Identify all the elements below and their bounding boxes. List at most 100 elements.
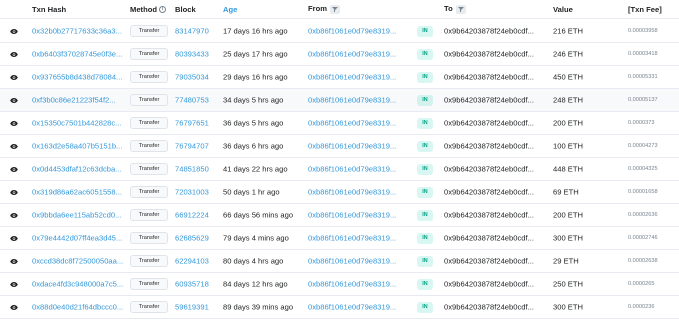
direction-cell: IN [417,48,437,60]
method-cell: Transfer [130,301,170,313]
value-text: 100 ETH [553,141,583,151]
eye-icon[interactable] [10,73,24,82]
eye-icon[interactable] [10,165,24,174]
txn-hash-link[interactable]: 0x0d4453dfaf12c63dcba... [32,165,124,174]
transactions-table: Txn Hash Method i Block Age From To Value… [0,0,679,321]
header-to: To [444,4,554,14]
method-cell: Transfer [130,186,170,198]
txn-hash-link[interactable]: 0xf3b0c86e21223f54f2... [32,96,124,105]
direction-badge: IN [417,164,433,175]
from-address-link[interactable]: 0xb86f1061e0d79e8319... [308,257,414,266]
direction-cell: IN [417,209,437,221]
eye-icon[interactable] [10,119,24,128]
direction-badge: IN [417,279,433,290]
to-address-text: 0x9b64203878f24eb0cdf... [444,210,534,220]
header-txn-hash: Txn Hash [32,4,67,14]
direction-badge: IN [417,233,433,244]
eye-icon[interactable] [10,27,24,36]
from-address-link[interactable]: 0xb86f1061e0d79e8319... [308,211,414,220]
block-link[interactable]: 60935718 [175,280,219,289]
txn-fee-text: 0.00002746 [628,235,658,241]
from-address-link[interactable]: 0xb86f1061e0d79e8319... [308,73,414,82]
direction-cell: IN [417,301,437,313]
txn-hash-link[interactable]: 0x32b0b27717633c36a3... [32,27,124,36]
block-link[interactable]: 80393433 [175,50,219,59]
block-link[interactable]: 76797651 [175,119,219,128]
table-row: 0x79e4442d07ff4ea3d45... Transfer 62685629… [0,227,679,250]
to-address-text: 0x9b64203878f24eb0cdf... [444,95,534,105]
from-address-link[interactable]: 0xb86f1061e0d79e8319... [308,188,414,197]
table-row: 0xf3b0c86e21223f54f2... Transfer 77480753 3… [0,89,679,112]
from-address-link[interactable]: 0xb86f1061e0d79e8319... [308,165,414,174]
from-address-link[interactable]: 0xb86f1061e0d79e8319... [308,27,414,36]
block-link[interactable]: 62294103 [175,257,219,266]
method-cell: Transfer [130,278,170,290]
txn-fee-text: 0.00003958 [628,28,658,34]
txn-hash-link[interactable]: 0xdace4fd3c948000a7c5... [32,280,124,289]
header-txn-fee-toggle[interactable]: [Txn Fee] [628,5,679,14]
txn-hash-link[interactable]: 0xccd38dc8f72500050aa... [32,257,124,266]
method-badge: Transfer [130,117,168,129]
txn-fee-text: 0.00001658 [628,189,658,195]
eye-icon[interactable] [10,257,24,266]
method-badge: Transfer [130,25,168,37]
from-address-link[interactable]: 0xb86f1061e0d79e8319... [308,142,414,151]
eye-icon[interactable] [10,188,24,197]
txn-hash-link[interactable]: 0x9bbda6ee115ab52cd0... [32,211,124,220]
from-address-link[interactable]: 0xb86f1061e0d79e8319... [308,280,414,289]
block-link[interactable]: 62685629 [175,234,219,243]
to-address-text: 0x9b64203878f24eb0cdf... [444,26,534,36]
age-text: 36 days 5 hrs ago [223,118,284,128]
block-link[interactable]: 59619391 [175,303,219,312]
to-address-text: 0x9b64203878f24eb0cdf... [444,233,534,243]
direction-cell: IN [417,163,437,175]
age-text: 89 days 39 mins ago [223,302,294,312]
method-cell: Transfer [130,71,170,83]
eye-icon[interactable] [10,303,24,312]
from-address-link[interactable]: 0xb86f1061e0d79e8319... [308,234,414,243]
age-text: 50 days 1 hr ago [223,187,280,197]
txn-hash-link[interactable]: 0x937655b8d438d78084... [32,73,124,82]
block-link[interactable]: 83147970 [175,27,219,36]
eye-icon[interactable] [10,234,24,243]
filter-icon[interactable] [329,4,340,14]
txn-hash-link[interactable]: 0x319d86a62ac6051558... [32,188,124,197]
txn-hash-link[interactable]: 0xb6403f37028745e0f3e... [32,50,124,59]
from-address-link[interactable]: 0xb86f1061e0d79e8319... [308,119,414,128]
txn-hash-link[interactable]: 0x15350c7501b442828c... [32,119,124,128]
direction-badge: IN [417,72,433,83]
txn-fee-text: 0.00004273 [628,143,658,149]
direction-cell: IN [417,278,437,290]
block-link[interactable]: 77480753 [175,96,219,105]
from-address-link[interactable]: 0xb86f1061e0d79e8319... [308,303,414,312]
txn-hash-link[interactable]: 0x79e4442d07ff4ea3d45... [32,234,124,243]
eye-icon[interactable] [10,142,24,151]
eye-icon[interactable] [10,96,24,105]
filter-icon[interactable] [455,4,466,14]
eye-icon[interactable] [10,211,24,220]
from-address-link[interactable]: 0xb86f1061e0d79e8319... [308,50,414,59]
direction-cell: IN [417,117,437,129]
table-row: 0x32b0b27717633c36a3... Transfer 83147970 1… [0,20,679,43]
value-text: 69 ETH [553,187,579,197]
block-link[interactable]: 76794707 [175,142,219,151]
txn-hash-link[interactable]: 0x88d0e40d21f64dbccc0... [32,303,124,312]
info-icon[interactable]: i [159,6,166,13]
eye-icon[interactable] [10,50,24,59]
from-address-link[interactable]: 0xb86f1061e0d79e8319... [308,96,414,105]
block-link[interactable]: 79035034 [175,73,219,82]
eye-icon[interactable] [10,280,24,289]
table-row: 0x163d2e58a407b5151b... Transfer 76794707 3… [0,135,679,158]
value-text: 200 ETH [553,118,583,128]
block-link[interactable]: 66912224 [175,211,219,220]
to-address-text: 0x9b64203878f24eb0cdf... [444,187,534,197]
txn-hash-link[interactable]: 0x163d2e58a407b5151b... [32,142,124,151]
block-link[interactable]: 74851850 [175,165,219,174]
block-link[interactable]: 72031003 [175,188,219,197]
method-cell: Transfer [130,25,170,37]
header-age-toggle[interactable]: Age [223,5,305,14]
age-text: 80 days 4 hrs ago [223,256,284,266]
value-text: 250 ETH [553,279,583,289]
table-row: 0xb6403f37028745e0f3e... Transfer 80393433… [0,43,679,66]
direction-badge: IN [417,302,433,313]
